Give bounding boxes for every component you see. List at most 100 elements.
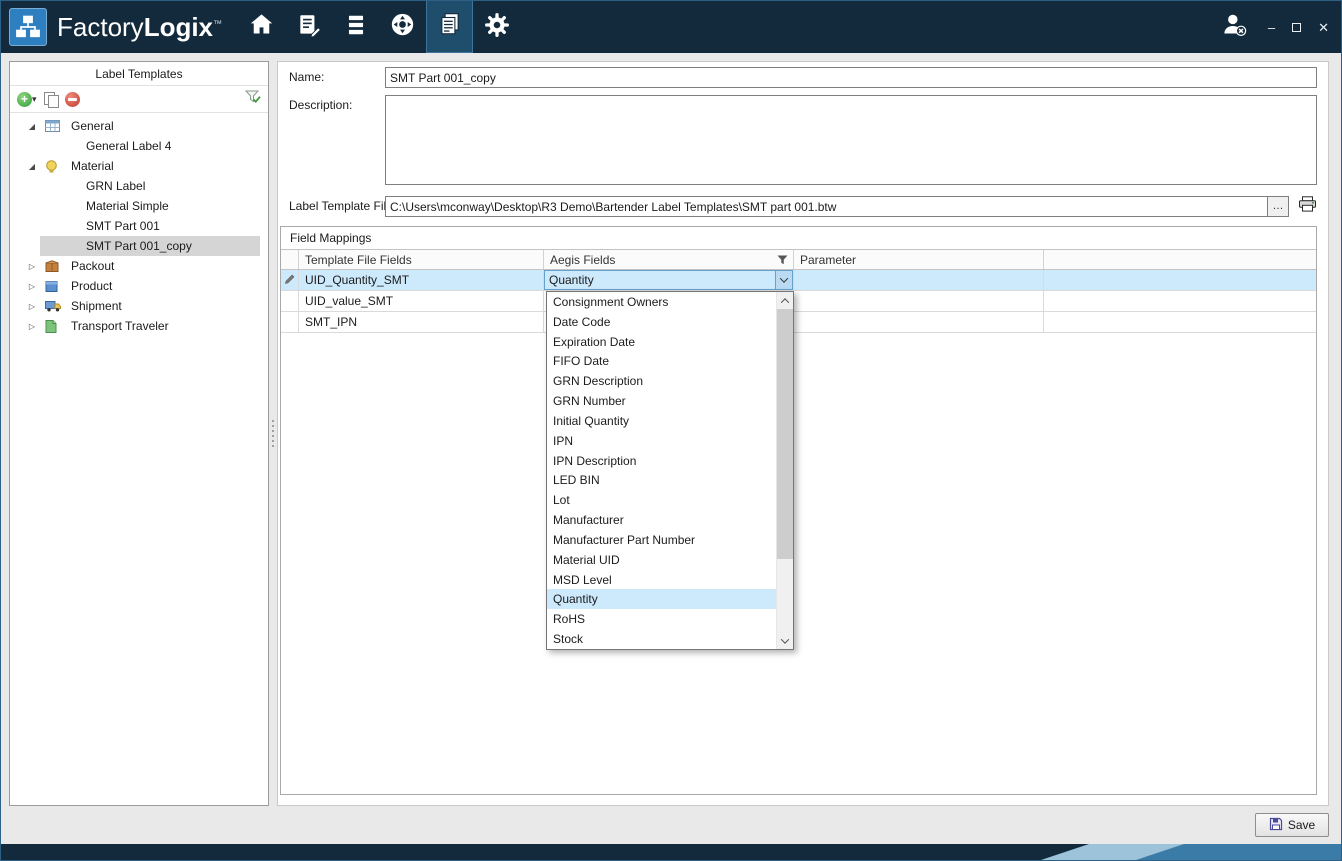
compass-disc-icon: [389, 11, 416, 43]
scroll-down-button[interactable]: [777, 632, 793, 649]
maximize-icon: [1292, 23, 1301, 32]
dropdown-item[interactable]: Consignment Owners: [547, 292, 776, 312]
parameter-cell[interactable]: [794, 270, 1044, 290]
parameter-cell[interactable]: [794, 291, 1044, 311]
tree-item-label: SMT Part 001_copy: [86, 239, 192, 253]
description-input[interactable]: [385, 95, 1317, 185]
dropdown-item[interactable]: IPN Description: [547, 451, 776, 471]
material-category-icon: [45, 160, 62, 173]
dropdown-item-selected[interactable]: Quantity: [547, 589, 776, 609]
nav-home[interactable]: [238, 1, 285, 53]
dropdown-item[interactable]: MSD Level: [547, 570, 776, 590]
save-button[interactable]: Save: [1255, 813, 1329, 837]
copy-icon: [44, 92, 58, 107]
filler-cell: [1044, 270, 1316, 290]
dropdown-item[interactable]: Manufacturer: [547, 510, 776, 530]
expander-expanded-icon[interactable]: ◢: [26, 122, 38, 131]
dropdown-item[interactable]: IPN: [547, 431, 776, 451]
dropdown-item[interactable]: Stock: [547, 629, 776, 649]
panel-splitter[interactable]: [269, 61, 277, 806]
dropdown-item[interactable]: Initial Quantity: [547, 411, 776, 431]
sidebar-title: Label Templates: [10, 62, 268, 86]
mapping-row-2[interactable]: UID_value_SMT: [281, 291, 1316, 312]
aegis-field-combobox[interactable]: Quantity: [544, 270, 793, 290]
dropdown-item[interactable]: Manufacturer Part Number: [547, 530, 776, 550]
template-field-cell[interactable]: UID_Quantity_SMT: [299, 270, 544, 290]
mapping-row-1-selected[interactable]: UID_Quantity_SMT Quantity: [281, 270, 1316, 291]
combobox-dropdown-button[interactable]: [775, 271, 792, 289]
tree-item-grn-label[interactable]: GRN Label: [10, 176, 268, 196]
dropdown-scrollbar[interactable]: [776, 292, 793, 649]
col-filler: [1044, 250, 1316, 269]
add-icon: +: [17, 92, 32, 107]
tree-group-transport-traveler[interactable]: ▷ Transport Traveler: [10, 316, 268, 336]
template-field-cell[interactable]: UID_value_SMT: [299, 291, 544, 311]
name-input[interactable]: [385, 67, 1317, 88]
tree-item-general-label-4[interactable]: General Label 4: [10, 136, 268, 156]
chevron-down-icon: [781, 635, 789, 643]
label-templates-icon: [437, 11, 463, 42]
close-button[interactable]: ✕: [1318, 21, 1329, 34]
tree-group-shipment[interactable]: ▷ Shipment: [10, 296, 268, 316]
filler-cell: [1044, 312, 1316, 332]
col-aegis-fields[interactable]: Aegis Fields: [544, 250, 794, 269]
app-window: FactoryLogix™: [0, 0, 1342, 861]
sidebar-toolbar: + ▾: [10, 86, 268, 113]
tree-group-packout[interactable]: ▷ Packout: [10, 256, 268, 276]
save-button-label: Save: [1288, 818, 1315, 832]
parameter-cell[interactable]: [794, 312, 1044, 332]
expander-collapsed-icon[interactable]: ▷: [26, 262, 38, 271]
file-path-input[interactable]: [385, 196, 1268, 217]
minimize-button[interactable]: –: [1268, 21, 1275, 34]
tree-item-label: GRN Label: [86, 179, 145, 193]
scroll-up-button[interactable]: [777, 292, 793, 309]
tree-group-general[interactable]: ◢ General: [10, 116, 268, 136]
dropdown-item[interactable]: Date Code: [547, 312, 776, 332]
nav-navigator[interactable]: [379, 1, 426, 53]
scrollbar-thumb[interactable]: [777, 309, 793, 559]
template-field-cell[interactable]: SMT_IPN: [299, 312, 544, 332]
nav-materials[interactable]: [332, 1, 379, 53]
tree-item-smt-part-001[interactable]: SMT Part 001: [10, 216, 268, 236]
expander-collapsed-icon[interactable]: ▷: [26, 282, 38, 291]
add-template-button[interactable]: + ▾: [17, 92, 37, 107]
column-filter-icon[interactable]: [777, 255, 788, 265]
chevron-down-icon: [780, 274, 788, 282]
browse-button[interactable]: …: [1268, 196, 1289, 217]
expander-collapsed-icon[interactable]: ▷: [26, 322, 38, 331]
tree-group-material[interactable]: ◢ Material: [10, 156, 268, 176]
expander-collapsed-icon[interactable]: ▷: [26, 302, 38, 311]
filter-button[interactable]: [245, 90, 261, 109]
dropdown-item[interactable]: RoHS: [547, 609, 776, 629]
tree-item-smt-part-001-copy-selected[interactable]: SMT Part 001_copy: [40, 236, 260, 256]
action-strip: Save: [1, 806, 1341, 844]
add-dropdown-caret-icon[interactable]: ▾: [32, 94, 37, 105]
printer-icon: [1298, 196, 1317, 217]
dropdown-item[interactable]: Lot: [547, 490, 776, 510]
tree-item-label: SMT Part 001: [86, 219, 160, 233]
dropdown-item[interactable]: GRN Number: [547, 391, 776, 411]
col-template-file-fields[interactable]: Template File Fields: [299, 250, 544, 269]
nav-label-templates[interactable]: [426, 1, 473, 53]
maximize-button[interactable]: [1292, 21, 1301, 34]
chevron-up-icon: [781, 298, 789, 306]
tree-group-product[interactable]: ▷ Product: [10, 276, 268, 296]
tree-item-material-simple[interactable]: Material Simple: [10, 196, 268, 216]
shipment-truck-icon: [45, 300, 62, 312]
expander-expanded-icon[interactable]: ◢: [26, 162, 38, 171]
dropdown-item[interactable]: LED BIN: [547, 470, 776, 490]
dropdown-item[interactable]: GRN Description: [547, 371, 776, 391]
dropdown-item[interactable]: FIFO Date: [547, 351, 776, 371]
copy-template-button[interactable]: [44, 92, 58, 107]
dropdown-item[interactable]: Expiration Date: [547, 332, 776, 352]
dropdown-item[interactable]: Material UID: [547, 550, 776, 570]
user-logout-button[interactable]: [1221, 11, 1248, 43]
gear-icon: [483, 11, 511, 44]
mapping-row-3[interactable]: SMT_IPN: [281, 312, 1316, 333]
nav-worksheet[interactable]: [285, 1, 332, 53]
delete-template-button[interactable]: [65, 92, 80, 107]
nav-settings[interactable]: [473, 1, 520, 53]
row-selector-header: [281, 250, 299, 269]
col-parameter[interactable]: Parameter: [794, 250, 1044, 269]
print-button[interactable]: [1298, 196, 1317, 217]
